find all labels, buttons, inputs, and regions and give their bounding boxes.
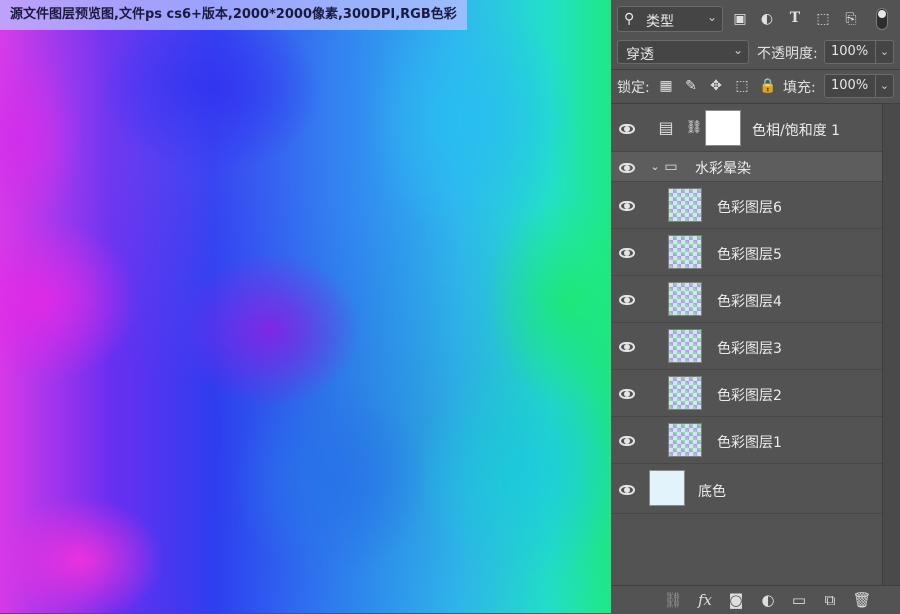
lock-transparency-icon[interactable]: ▦ [657,77,675,95]
image-filter-icon[interactable]: ▣ [731,10,749,28]
layer-name: 色相/饱和度 1 [752,123,841,139]
eye-icon[interactable] [617,433,639,449]
fill-dropdown-icon[interactable]: ⌄ [876,74,894,98]
type-filter-icon[interactable]: T [786,9,804,27]
shape-filter-icon[interactable]: ⬚ [814,10,832,28]
layer-thumbnail [668,188,702,222]
layer-row[interactable]: 色彩图层3 [611,323,882,370]
eye-icon[interactable] [617,339,639,355]
trash-icon[interactable]: 🗑 [852,591,872,609]
layers-scrollbar[interactable] [882,104,900,585]
layer-name: 色彩图层1 [717,435,782,451]
eye-icon[interactable] [617,386,639,402]
mask-icon[interactable]: ◙ [726,591,746,609]
layer-thumbnail [668,376,702,410]
lock-all-icon[interactable]: 🔒 [759,77,777,95]
chevron-down-icon: ⌄ [732,43,743,57]
link-icon[interactable]: ⛓ [663,591,683,609]
opacity-label: 不透明度: [757,46,818,62]
folder-icon: ▭ [664,159,678,175]
eye-icon[interactable] [617,292,639,308]
layer-row-hue-saturation[interactable]: ▤ ⛓ 色相/饱和度 1 [611,105,882,152]
layer-row[interactable]: 色彩图层5 [611,229,882,276]
lock-image-icon[interactable]: ✎ [682,77,700,95]
lock-label: 锁定: [617,80,650,96]
preview-caption: 源文件图层预览图,文件ps cs6+版本,2000*2000像素,300DPI,… [0,0,467,30]
layer-mask-thumbnail[interactable] [705,110,741,146]
chevron-down-icon: ⌄ [706,10,717,24]
layers-bottom-toolbar: ⛓ fx ◙ ◐ ▭ ⧉ 🗑 [611,585,900,614]
filter-kind-label: 类型 [646,14,674,30]
fx-icon[interactable]: fx [695,591,715,609]
eye-icon[interactable] [617,160,639,176]
smart-object-filter-icon[interactable]: ⎘ [842,10,860,28]
layer-thumbnail [668,235,702,269]
layer-thumbnail [668,282,702,316]
layer-thumbnail [649,470,685,506]
layers-panel: ⚲ 类型 ⌄ ▣ ◐ T ⬚ ⎘ 穿透 ⌄ 不透明度: 100% ⌄ 锁定: ▦… [611,0,900,614]
folder-icon[interactable]: ▭ [789,591,809,609]
layer-row[interactable]: 色彩图层4 [611,276,882,323]
layer-name: 色彩图层2 [717,388,782,404]
layer-name: 色彩图层5 [717,247,782,263]
layer-group-watercolor[interactable]: ⌄ ▭ 水彩晕染 [611,152,882,182]
adjustment-layer-icon: ▤ [658,118,674,137]
magnifier-icon: ⚲ [624,11,635,27]
new-layer-icon[interactable]: ⧉ [820,591,840,609]
blend-mode-select[interactable]: 穿透 ⌄ [617,40,749,64]
opacity-input[interactable]: 100% [824,40,876,64]
eye-icon[interactable] [617,482,639,498]
blend-mode-value: 穿透 [626,47,654,63]
layer-row[interactable]: 色彩图层1 [611,417,882,464]
filter-toggle[interactable] [876,8,888,30]
layer-row-background[interactable]: 底色 [611,464,882,514]
eye-icon[interactable] [617,121,639,137]
layer-row[interactable]: 色彩图层6 [611,182,882,229]
layer-filter-select[interactable]: ⚲ 类型 ⌄ [617,6,723,32]
adjustment-icon[interactable]: ◐ [758,591,778,609]
layer-name: 色彩图层6 [717,200,782,216]
fill-input[interactable]: 100% [824,74,876,98]
fill-label: 填充: [783,80,816,96]
eye-icon[interactable] [617,198,639,214]
document-canvas[interactable] [0,0,611,613]
layer-thumbnail [668,329,702,363]
layer-row[interactable]: 色彩图层2 [611,370,882,417]
layer-thumbnail [668,423,702,457]
adjustment-filter-icon[interactable]: ◐ [758,10,776,28]
opacity-dropdown-icon[interactable]: ⌄ [876,40,894,64]
artboard-lock-icon[interactable]: ⬚ [733,77,751,95]
layer-name: 底色 [698,484,726,500]
layer-name: 色彩图层4 [717,294,782,310]
layer-name: 水彩晕染 [695,161,751,177]
eye-icon[interactable] [617,245,639,261]
layer-name: 色彩图层3 [717,341,782,357]
link-chain-icon[interactable]: ⛓ [685,119,703,137]
lock-position-icon[interactable]: ✥ [707,77,725,95]
